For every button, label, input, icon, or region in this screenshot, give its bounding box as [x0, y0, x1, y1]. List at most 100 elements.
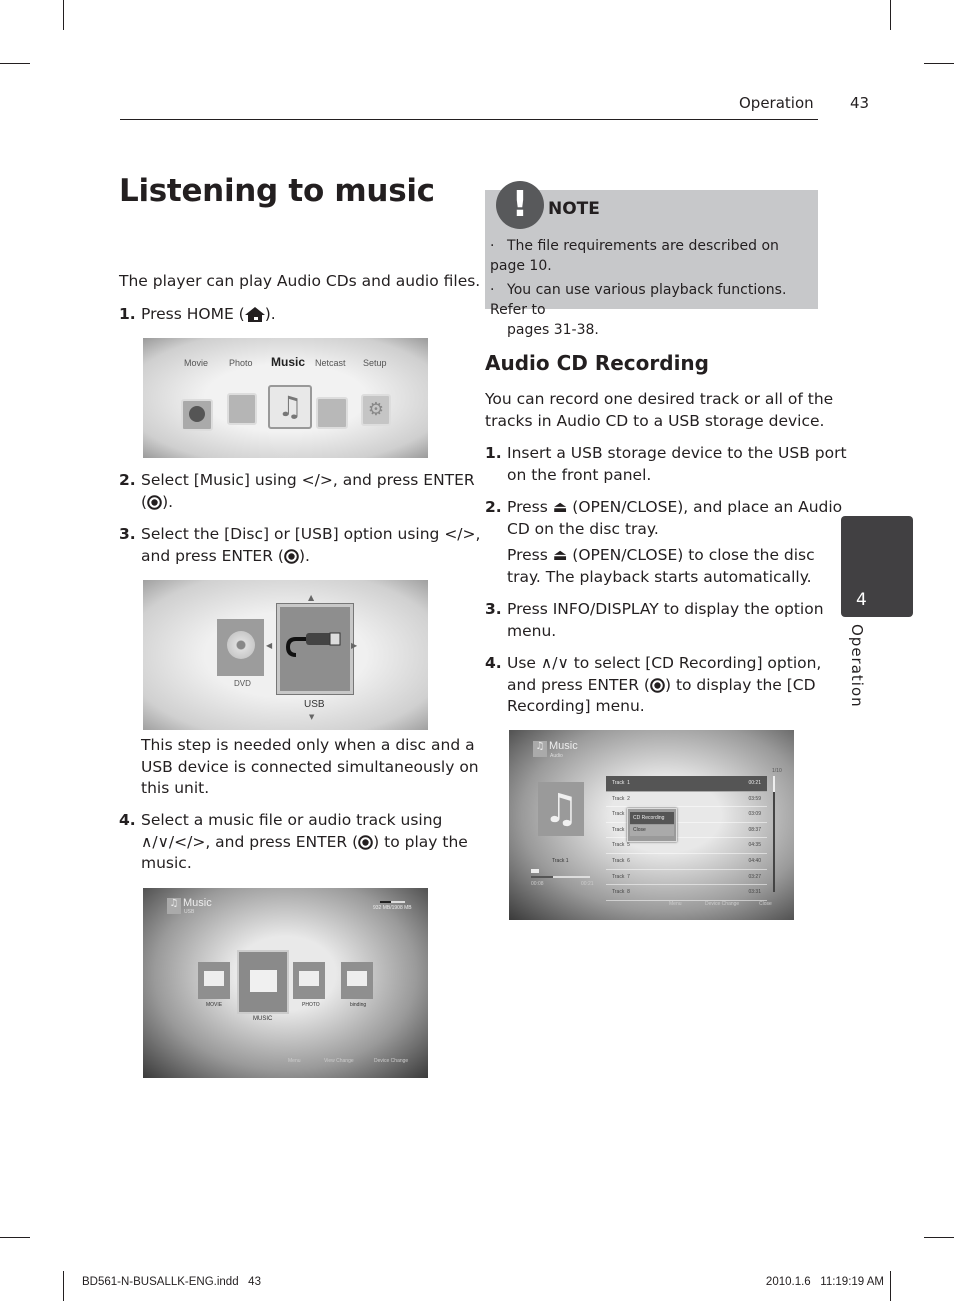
- track-row[interactable]: Track 7 03:27: [606, 870, 767, 886]
- storage-bar: [380, 901, 405, 903]
- option-popup: CD Recording Close: [627, 808, 677, 842]
- step-number: 2.: [485, 498, 502, 516]
- screen-title: Music: [549, 740, 578, 752]
- crop-mark: [63, 1271, 64, 1301]
- folder-label: MUSIC: [253, 1016, 273, 1022]
- usb-icon: [285, 632, 341, 657]
- chapter-tab: [841, 516, 913, 617]
- track-name: Track 8: [612, 889, 630, 896]
- running-header-section: Operation: [739, 94, 814, 112]
- enter-icon: [650, 677, 665, 693]
- usb-label: USB: [304, 699, 325, 710]
- usb-browser-screenshot: ♫ Music USB 932 MB/1908 MB MOVIE MUSIC P…: [143, 888, 428, 1078]
- step-text: Press ⏏ (OPEN/CLOSE), and place an Audio: [507, 498, 843, 516]
- crop-mark: [890, 0, 891, 30]
- dvd-tile: [217, 619, 264, 676]
- crop-mark: [924, 63, 954, 64]
- movie-icon: [181, 399, 213, 431]
- album-art-icon: ♫: [538, 782, 584, 836]
- track-row[interactable]: Track 2 03:59: [606, 792, 767, 808]
- dvd-label: DVD: [234, 679, 251, 688]
- chapter-number: 4: [856, 590, 867, 610]
- step-text: Select the [Disc] or [USB] option using …: [141, 525, 481, 543]
- popup-cd-recording[interactable]: CD Recording: [630, 812, 674, 824]
- scrollbar[interactable]: [773, 776, 775, 892]
- track-name: Track 6: [612, 857, 630, 864]
- total-time: 00:21: [581, 881, 594, 887]
- folder-photo[interactable]: [293, 962, 325, 999]
- track-time: 08:37: [748, 826, 761, 833]
- footer-filename: BD561-N-BUSALLK-ENG.indd 43: [82, 1276, 261, 1288]
- note-title: NOTE: [548, 199, 600, 219]
- menu-item-music: Music: [271, 355, 306, 369]
- step-text: and press ENTER (: [141, 546, 284, 565]
- track-time: 03:31: [748, 889, 761, 896]
- track-row[interactable]: Track 8 03:31: [606, 885, 767, 901]
- step-3-note: This step is needed only when a disc and…: [141, 735, 479, 800]
- step-number: 4.: [485, 654, 502, 672]
- progress-bar: [531, 876, 590, 878]
- section-title: Audio CD Recording: [485, 351, 709, 375]
- note-line: This step is needed only when a disc and…: [141, 736, 475, 754]
- track-time: 04:35: [748, 842, 761, 849]
- track-row[interactable]: Track 6 04:40: [606, 854, 767, 870]
- step-text: Insert a USB storage device to the USB p…: [507, 444, 847, 462]
- folder-music-selected[interactable]: [237, 950, 289, 1014]
- track-name: Track 2: [612, 795, 630, 802]
- photo-icon: [227, 393, 257, 425]
- step-text: ) to play the: [373, 832, 468, 851]
- menu-item-movie: Movie: [184, 358, 209, 368]
- step-number: 3.: [119, 525, 136, 543]
- crop-mark: [0, 1237, 30, 1238]
- up-arrow-icon: ▲: [308, 593, 315, 602]
- now-playing-title: Track 1: [552, 858, 569, 864]
- page-number: 43: [850, 94, 870, 112]
- step-text: ).: [264, 305, 276, 323]
- page-indicator: 1/10: [772, 768, 782, 774]
- intro-line: tracks in Audio CD to a USB storage devi…: [485, 411, 825, 430]
- step-text: Select [Music] using </>, and press ENTE…: [141, 471, 475, 489]
- step-text: Press INFO/DISPLAY to display the option: [507, 600, 824, 618]
- step-text: ).: [162, 492, 174, 511]
- step-text: menu.: [507, 621, 557, 640]
- enter-icon: [147, 494, 162, 510]
- folder-movie[interactable]: [198, 962, 230, 999]
- play-state-icon: [531, 869, 539, 873]
- page-title: Listening to music: [119, 173, 435, 209]
- music-note-icon: ♫: [167, 898, 181, 914]
- step-text: Press HOME (: [141, 305, 245, 323]
- screen-subtitle: Audio: [550, 753, 563, 759]
- note-item: The file requirements are described on p…: [490, 238, 779, 274]
- footer-view-change: View Change: [324, 1058, 354, 1064]
- music-icon: ♫: [268, 385, 312, 429]
- track-row[interactable]: Track 1 00:21: [606, 776, 767, 792]
- exclamation-icon: !: [496, 181, 544, 229]
- screen-subtitle: USB: [184, 909, 195, 915]
- folder-label: binding: [350, 1002, 367, 1008]
- step-number: 1.: [485, 444, 502, 462]
- setup-gear-icon: ⚙: [361, 394, 391, 426]
- track-name: Track 7: [612, 873, 630, 880]
- cd-recording-screenshot: ♫ Music Audio ♫ 1/10 Track 1 00:21 Track 2…: [509, 730, 794, 920]
- note-line: USB device is connected simultaneously o…: [141, 757, 479, 776]
- step-text: Use ∧/∨ to select [CD Recording] option,: [507, 654, 822, 672]
- track-name: Track 1: [612, 780, 630, 786]
- step-text: Select a music file or audio track using: [141, 811, 443, 829]
- intro-text: The player can play Audio CDs and audio …: [119, 272, 481, 290]
- note-line: this unit.: [141, 779, 210, 797]
- popup-close[interactable]: Close: [630, 825, 674, 836]
- note-item: pages 31-38.: [507, 322, 599, 338]
- device-select-screenshot: DVD ▲ ◀ ▶ USB ▼: [143, 580, 428, 730]
- step-text: ).: [298, 546, 310, 565]
- enter-icon: [284, 548, 299, 564]
- step-text: on the front panel.: [507, 465, 652, 484]
- enter-icon: [358, 834, 373, 850]
- netcast-icon: [316, 397, 348, 429]
- usb-tile-selected: [276, 603, 354, 695]
- step-text: ∧/∨/</>, and press ENTER (: [141, 832, 359, 851]
- footer-timestamp: 2010.1.6 11:19:19 AM: [765, 1276, 884, 1288]
- step-text: ) to display the [CD: [664, 675, 816, 694]
- footer-device-change: Device Change: [374, 1058, 409, 1064]
- folder-binding[interactable]: [341, 962, 373, 999]
- track-time: 03:27: [748, 873, 761, 880]
